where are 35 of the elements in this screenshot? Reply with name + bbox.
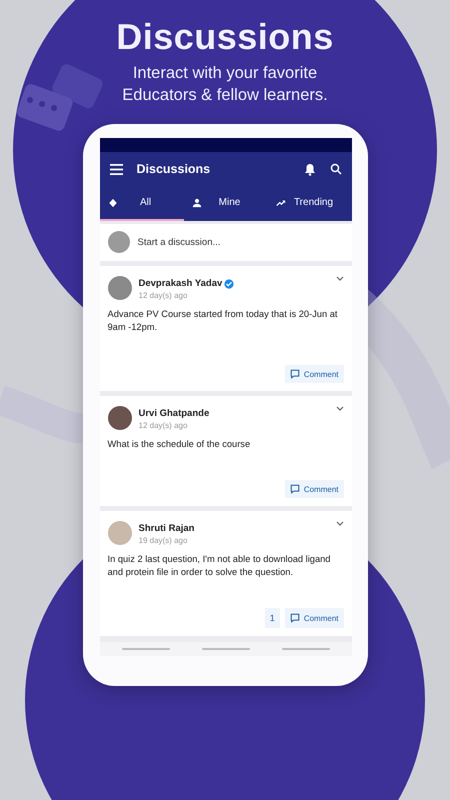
page-subtitle: Interact with your favorite Educators & fellow learners. (121, 63, 329, 106)
post-text: What is the schedule of the course (108, 438, 252, 451)
tab[interactable]: All (100, 186, 184, 221)
comment-icon (290, 484, 300, 494)
comment-icon (290, 369, 300, 379)
diamond-icon (108, 198, 118, 208)
search-icon[interactable] (330, 163, 342, 175)
person-icon (192, 198, 202, 208)
discussion-field[interactable]: Start a discussion... (100, 224, 352, 261)
post-time: 19 day(s) ago (138, 536, 188, 545)
avatar-icon (108, 276, 132, 300)
page-title: Discussions (116, 15, 334, 59)
comment-icon (290, 613, 300, 623)
avatar-icon (108, 406, 132, 430)
app-title: Discussions (136, 162, 212, 176)
bell-icon[interactable] (304, 162, 316, 176)
chevron-down-icon[interactable] (336, 521, 344, 527)
comment-button[interactable]: Comment (284, 608, 344, 628)
post-text: Advance PV Course started from today that is 20-Jun at 9am -12pm. (108, 308, 338, 334)
menu-icon[interactable] (110, 164, 122, 174)
author-name: Shruti Rajan (138, 523, 194, 534)
avatar-icon (108, 521, 132, 545)
author-name: Devprakash Yadav (138, 278, 222, 289)
chevron-down-icon[interactable] (336, 406, 344, 412)
reply-count: 1 (264, 608, 280, 628)
tab[interactable]: Mine (184, 186, 268, 221)
post-text: In quiz 2 last question, I'm not able to download ligand and protein file in order to solve the question. (108, 553, 332, 579)
comment-button[interactable]: Comment (284, 365, 344, 383)
tab[interactable]: Trending (268, 186, 352, 221)
trend-up-icon (276, 198, 286, 208)
post-time: 12 day(s) ago (138, 421, 188, 430)
author-name: Urvi Ghatpande (138, 408, 210, 419)
post-time: 12 day(s) ago (138, 291, 188, 300)
comment-button[interactable]: Comment (284, 480, 344, 498)
chevron-down-icon[interactable] (336, 276, 344, 282)
